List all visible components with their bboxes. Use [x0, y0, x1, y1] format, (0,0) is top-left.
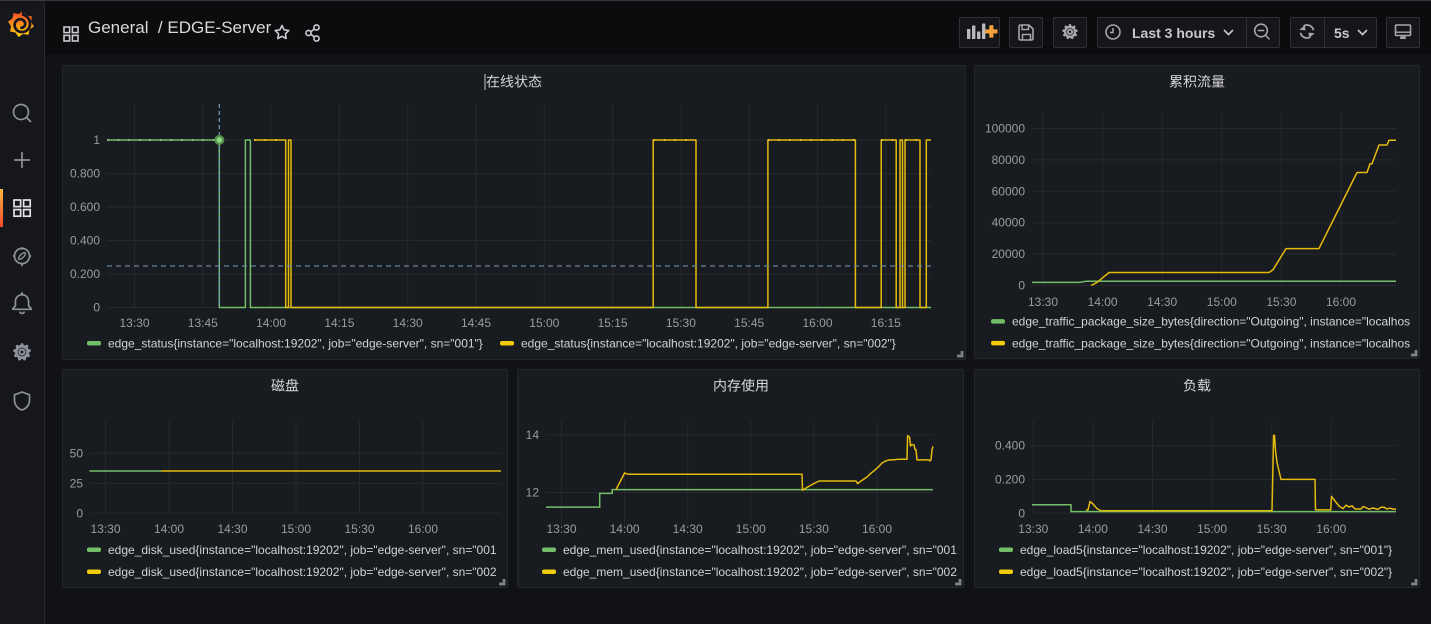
svg-text:15:00: 15:00 — [736, 522, 766, 536]
svg-text:20000: 20000 — [992, 247, 1026, 261]
svg-text:16:00: 16:00 — [1316, 522, 1346, 536]
svg-text:16:00: 16:00 — [408, 522, 438, 536]
svg-text:0.400: 0.400 — [995, 439, 1025, 453]
svg-text:edge_load5{instance="localhost: edge_load5{instance="localhost:19202", j… — [1020, 565, 1392, 579]
svg-text:0: 0 — [1018, 506, 1025, 520]
svg-text:40000: 40000 — [992, 216, 1026, 230]
svg-text:13:30: 13:30 — [119, 316, 149, 330]
svg-text:0.400: 0.400 — [70, 234, 100, 248]
svg-text:15:15: 15:15 — [598, 316, 628, 330]
svg-text:13:45: 13:45 — [188, 316, 218, 330]
svg-text:15:00: 15:00 — [1197, 522, 1227, 536]
svg-text:edge_status{instance="localhos: edge_status{instance="localhost:19202", … — [108, 337, 483, 351]
svg-text:14:15: 14:15 — [324, 316, 354, 330]
svg-text:80000: 80000 — [992, 153, 1026, 167]
svg-text:14:30: 14:30 — [1147, 295, 1177, 309]
svg-text:13:30: 13:30 — [1018, 522, 1048, 536]
svg-text:edge_status{instance="localhos: edge_status{instance="localhost:19202", … — [521, 337, 896, 351]
svg-text:14:00: 14:00 — [154, 522, 184, 536]
svg-text:edge_traffic_package_size_byte: edge_traffic_package_size_bytes{directio… — [1012, 315, 1410, 329]
svg-text:edge_load5{instance="localhost: edge_load5{instance="localhost:19202", j… — [1020, 543, 1392, 557]
svg-text:13:30: 13:30 — [90, 522, 120, 536]
svg-text:0.600: 0.600 — [70, 200, 100, 214]
svg-text:0: 0 — [1018, 279, 1025, 293]
svg-text:15:30: 15:30 — [666, 316, 696, 330]
svg-text:14:00: 14:00 — [1078, 522, 1108, 536]
svg-text:15:30: 15:30 — [1266, 295, 1296, 309]
svg-text:15:00: 15:00 — [281, 522, 311, 536]
svg-text:0.800: 0.800 — [70, 167, 100, 181]
svg-text:14:30: 14:30 — [217, 522, 247, 536]
svg-text:15:30: 15:30 — [344, 522, 374, 536]
svg-text:13:30: 13:30 — [1028, 295, 1058, 309]
svg-text:25: 25 — [70, 476, 84, 490]
svg-text:edge_traffic_package_size_byte: edge_traffic_package_size_bytes{directio… — [1012, 336, 1410, 350]
svg-text:14:30: 14:30 — [1137, 522, 1167, 536]
svg-text:14:30: 14:30 — [393, 316, 423, 330]
svg-text:1: 1 — [93, 133, 100, 147]
svg-text:edge_disk_used{instance="local: edge_disk_used{instance="localhost:19202… — [108, 565, 497, 579]
svg-text:14:00: 14:00 — [610, 522, 640, 536]
svg-text:60000: 60000 — [992, 184, 1026, 198]
svg-text:12: 12 — [526, 486, 540, 500]
svg-text:0: 0 — [93, 301, 100, 315]
svg-text:14:45: 14:45 — [461, 316, 491, 330]
svg-text:14:30: 14:30 — [673, 522, 703, 536]
svg-text:13:30: 13:30 — [546, 522, 576, 536]
svg-text:edge_mem_used{instance="localh: edge_mem_used{instance="localhost:19202"… — [563, 543, 957, 557]
svg-text:16:00: 16:00 — [802, 316, 832, 330]
svg-text:16:00: 16:00 — [862, 522, 892, 536]
svg-text:0.200: 0.200 — [70, 267, 100, 281]
svg-text:15:45: 15:45 — [734, 316, 764, 330]
svg-text:0.200: 0.200 — [995, 473, 1025, 487]
svg-text:15:30: 15:30 — [799, 522, 829, 536]
svg-text:14: 14 — [526, 428, 540, 442]
svg-text:16:15: 16:15 — [871, 316, 901, 330]
svg-text:edge_disk_used{instance="local: edge_disk_used{instance="localhost:19202… — [108, 543, 497, 557]
svg-text:14:00: 14:00 — [1088, 295, 1118, 309]
svg-text:14:00: 14:00 — [256, 316, 286, 330]
svg-text:edge_mem_used{instance="localh: edge_mem_used{instance="localhost:19202"… — [563, 565, 957, 579]
svg-text:100000: 100000 — [985, 122, 1025, 136]
svg-text:15:00: 15:00 — [529, 316, 559, 330]
svg-text:0: 0 — [76, 506, 83, 520]
svg-text:15:30: 15:30 — [1257, 522, 1287, 536]
svg-text:16:00: 16:00 — [1326, 295, 1356, 309]
svg-text:50: 50 — [70, 446, 84, 460]
svg-text:15:00: 15:00 — [1207, 295, 1237, 309]
